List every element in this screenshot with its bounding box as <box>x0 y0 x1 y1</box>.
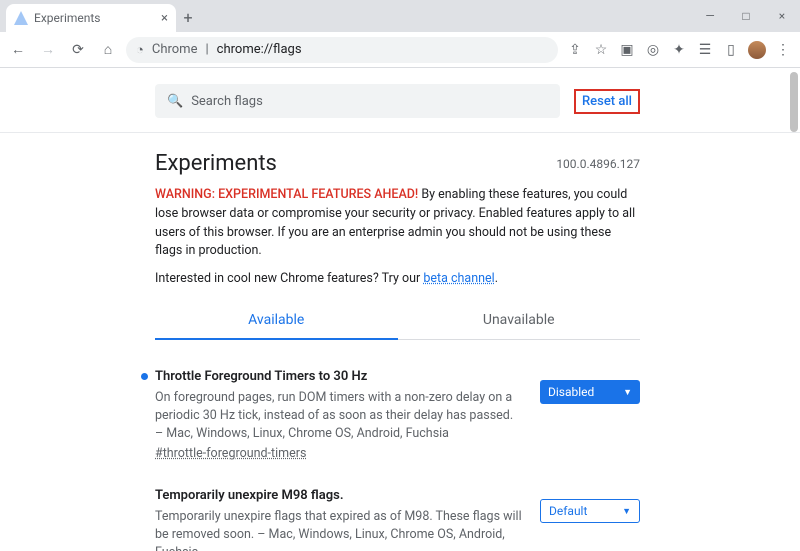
reset-all-highlight: Reset all <box>574 89 640 114</box>
back-button[interactable]: ← <box>6 38 30 62</box>
page-content: 🔍 Search flags Reset all 100.0.4896.127 … <box>0 68 800 551</box>
scrollbar-thumb[interactable] <box>790 72 798 132</box>
beta-channel-link[interactable]: beta channel <box>423 271 494 286</box>
tab-title: Experiments <box>34 11 155 25</box>
flag-description: On foreground pages, run DOM timers with… <box>155 389 524 443</box>
flag-item: Temporarily unexpire M98 flags. Temporar… <box>155 479 640 551</box>
home-button[interactable]: ⌂ <box>96 38 120 62</box>
extensions-puzzle-icon[interactable]: ✦ <box>668 39 690 61</box>
flag-select[interactable]: Default ▼ <box>540 499 640 523</box>
tab-available[interactable]: Available <box>155 302 398 340</box>
interest-line: Interested in cool new Chrome features? … <box>155 271 640 286</box>
extension-icon-2[interactable]: ◎ <box>642 39 664 61</box>
search-icon: 🔍 <box>167 94 183 109</box>
profile-avatar[interactable] <box>746 39 768 61</box>
flag-description: Temporarily unexpire flags that expired … <box>155 508 524 551</box>
tabs: Available Unavailable <box>155 302 640 340</box>
toolbar-right: ⇪ ☆ ▣ ◎ ✦ ☰ ▯ ⋮ <box>564 39 794 61</box>
site-info-icon[interactable]: ◔ <box>136 42 144 58</box>
chevron-down-icon: ▼ <box>622 506 631 517</box>
address-bar[interactable]: ◔ Chrome | chrome://flags <box>126 37 558 63</box>
flag-item: Throttle Foreground Timers to 30 Hz On f… <box>155 360 640 479</box>
search-input[interactable]: 🔍 Search flags <box>155 84 560 118</box>
warning-prefix: WARNING: EXPERIMENTAL FEATURES AHEAD! <box>155 187 418 202</box>
menu-icon[interactable]: ⋮ <box>772 39 794 61</box>
reading-list-icon[interactable]: ☰ <box>694 39 716 61</box>
site-label: Chrome <box>152 42 198 57</box>
new-tab-button[interactable]: + <box>176 4 200 32</box>
version-text: 100.0.4896.127 <box>556 157 640 171</box>
minimize-button[interactable]: — <box>692 0 728 32</box>
warning-text: WARNING: EXPERIMENTAL FEATURES AHEAD! By… <box>155 186 640 261</box>
forward-button[interactable]: → <box>36 38 60 62</box>
close-tab-icon[interactable]: × <box>161 11 168 26</box>
tab-unavailable[interactable]: Unavailable <box>398 302 641 340</box>
viewport: 🔍 Search flags Reset all 100.0.4896.127 … <box>0 68 800 551</box>
maximize-button[interactable]: □ <box>728 0 764 32</box>
flask-icon <box>14 11 28 25</box>
close-window-button[interactable]: × <box>764 0 800 32</box>
flag-list: Throttle Foreground Timers to 30 Hz On f… <box>155 340 640 551</box>
reset-all-button[interactable]: Reset all <box>582 94 632 109</box>
reload-button[interactable]: ⟳ <box>66 38 90 62</box>
extension-icon-1[interactable]: ▣ <box>616 39 638 61</box>
titlebar: Experiments × + — □ × <box>0 0 800 32</box>
chevron-down-icon: ▼ <box>623 387 632 398</box>
browser-toolbar: ← → ⟳ ⌂ ◔ Chrome | chrome://flags ⇪ ☆ ▣ … <box>0 32 800 68</box>
share-icon[interactable]: ⇪ <box>564 39 586 61</box>
browser-tab[interactable]: Experiments × <box>6 4 176 32</box>
search-placeholder: Search flags <box>191 94 263 109</box>
bookmark-icon[interactable]: ☆ <box>590 39 612 61</box>
side-panel-icon[interactable]: ▯ <box>720 39 742 61</box>
url-text: chrome://flags <box>217 42 302 57</box>
flag-title: Temporarily unexpire M98 flags. <box>155 487 524 506</box>
flag-anchor-link[interactable]: #throttle-foreground-timers <box>155 445 306 463</box>
flag-select[interactable]: Disabled ▼ <box>540 380 640 404</box>
separator <box>0 132 800 133</box>
flag-title: Throttle Foreground Timers to 30 Hz <box>155 368 524 387</box>
search-row: 🔍 Search flags Reset all <box>155 68 640 132</box>
window-controls: — □ × <box>692 0 800 32</box>
